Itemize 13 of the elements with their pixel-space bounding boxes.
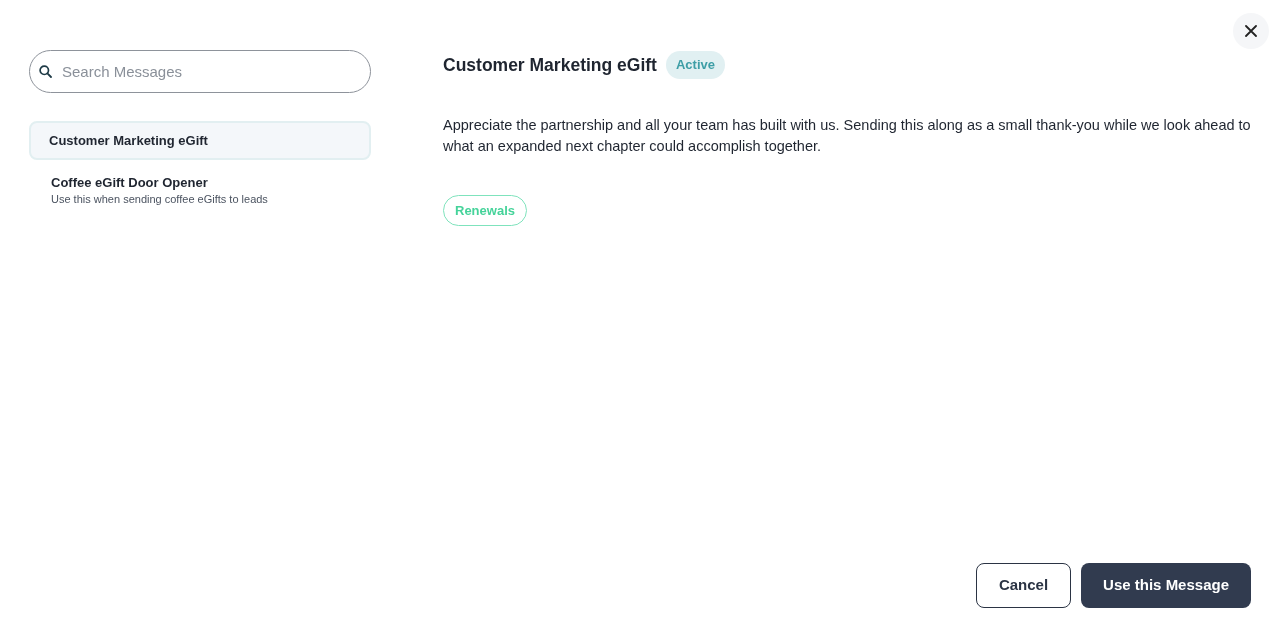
close-button[interactable] (1233, 13, 1269, 49)
close-icon (1245, 25, 1257, 37)
status-badge: Active (665, 51, 725, 79)
use-message-button[interactable]: Use this Message (1081, 563, 1251, 608)
message-title: Customer Marketing eGift (49, 131, 209, 150)
message-title: Coffee eGift Door Opener (51, 173, 209, 192)
message-body: Appreciate the partnership and all your team has built with us. Sending this along as a small thank-you while we look ahead to what an expanded next chapter could accomplish together. (443, 116, 1252, 156)
message-heading: Customer Marketing eGift (443, 53, 657, 77)
cancel-button[interactable]: Cancel (975, 563, 1072, 608)
message-list-item[interactable]: Customer Marketing eGift (29, 121, 371, 160)
search-icon (39, 65, 52, 78)
message-description: Use this when sending coffee eGifts to leads (51, 191, 269, 206)
search-field[interactable]: Search Messages (29, 50, 371, 93)
